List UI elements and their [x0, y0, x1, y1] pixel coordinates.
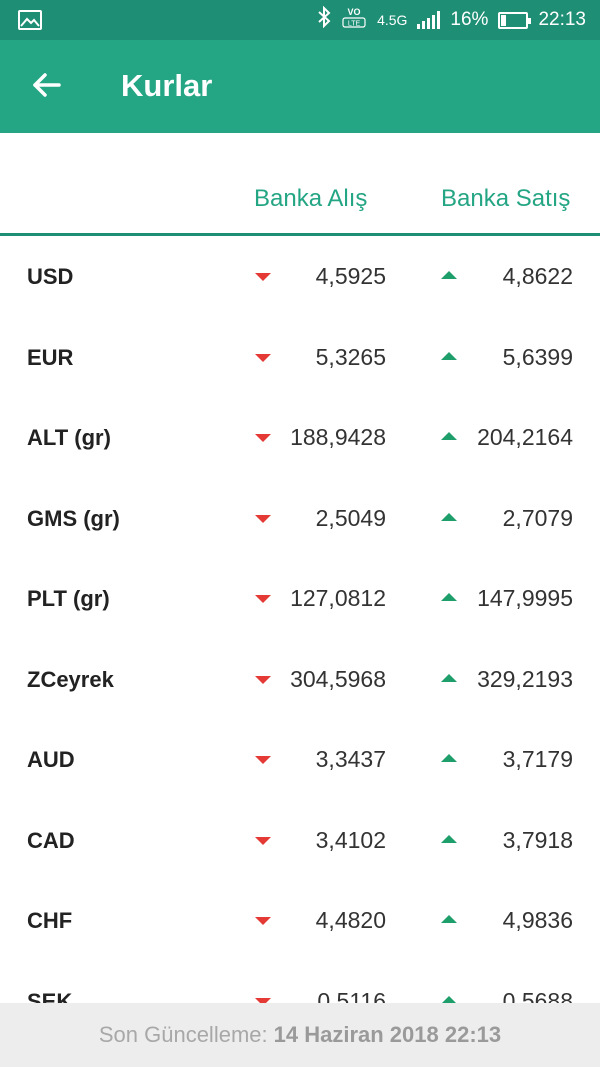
currency-code: CAD [27, 828, 75, 853]
column-header-row: Banka Alış Banka Satış [0, 133, 600, 236]
sell-value: 204,2164 [477, 424, 573, 450]
currency-code: EUR [27, 345, 74, 370]
column-header-sell: Banka Satış [441, 185, 571, 212]
signal-icon [417, 11, 441, 29]
buy-value: 4,5925 [315, 263, 386, 289]
currency-code: AUD [27, 747, 75, 772]
bluetooth-icon [317, 5, 331, 34]
buy-value: 5,3265 [315, 344, 386, 370]
svg-text:LTE: LTE [348, 21, 361, 28]
currency-code: ZCeyrek [27, 667, 114, 692]
sell-value: 4,9836 [502, 907, 573, 933]
buy-value: 127,0812 [290, 585, 386, 611]
rate-row[interactable]: CAD 3,4102 3,7918 [0, 801, 600, 881]
battery-percent: 16% [450, 9, 489, 30]
status-time: 22:13 [538, 9, 586, 30]
rate-row[interactable]: GMS (gr) 2,5049 2,7079 [0, 479, 600, 559]
sell-value: 329,2193 [477, 666, 573, 692]
svg-text:VO: VO [348, 7, 361, 17]
rate-row[interactable]: ALT (gr) 188,9428 204,2164 [0, 398, 600, 478]
currency-code: SEK [27, 989, 73, 1003]
buy-value: 304,5968 [290, 666, 386, 692]
sell-value: 3,7918 [502, 827, 573, 853]
buy-value: 3,4102 [315, 827, 386, 853]
rate-row[interactable]: CHF 4,4820 4,9836 [0, 881, 600, 961]
column-header-buy: Banka Alış [254, 185, 368, 212]
last-updated-datetime: 14 Haziran 2018 22:13 [273, 1022, 502, 1047]
buy-value: 2,5049 [315, 505, 386, 531]
rates-list[interactable]: USD 4,5925 4,8622 EUR 5,3265 5,6399 ALT (gr) 18… [0, 237, 600, 1003]
network-type: 4.5G [377, 12, 408, 28]
rate-row[interactable]: PLT (gr) 127,0812 147,9995 [0, 559, 600, 639]
image-icon [18, 10, 42, 35]
battery-icon [498, 11, 532, 29]
rate-row[interactable]: SEK 0,5116 0,5688 [0, 962, 600, 1003]
sell-value: 2,7079 [502, 505, 573, 531]
page-title: Kurlar [121, 68, 213, 103]
volte-icon: VO LTE [341, 5, 367, 35]
currency-code: ALT (gr) [27, 425, 111, 450]
last-updated-footer: Son Güncelleme: 14 Haziran 2018 22:13 [0, 1003, 600, 1067]
currency-code: CHF [27, 908, 73, 933]
last-updated-label: Son Güncelleme: [98, 1022, 268, 1047]
app-bar: Kurlar [0, 40, 600, 133]
buy-value: 3,3437 [315, 746, 386, 772]
currency-code: PLT (gr) [27, 586, 110, 611]
buy-value: 4,4820 [315, 907, 386, 933]
sell-value: 3,7179 [502, 746, 573, 772]
sell-value: 4,8622 [502, 263, 573, 289]
arrow-left-icon [31, 72, 61, 103]
buy-value: 0,5116 [317, 988, 386, 1003]
back-button[interactable] [22, 63, 70, 111]
status-bar: VO LTE 4.5G 16% 22:13 [0, 0, 600, 40]
sell-value: 5,6399 [502, 344, 573, 370]
rate-row[interactable]: AUD 3,3437 3,7179 [0, 720, 600, 800]
sell-value: 0,5688 [502, 988, 573, 1003]
currency-code: GMS (gr) [27, 506, 120, 531]
rate-row[interactable]: USD 4,5925 4,8622 [0, 237, 600, 317]
buy-value: 188,9428 [290, 424, 386, 450]
rate-row[interactable]: ZCeyrek 304,5968 329,2193 [0, 640, 600, 720]
currency-code: USD [27, 264, 74, 289]
sell-value: 147,9995 [477, 585, 573, 611]
rate-row[interactable]: EUR 5,3265 5,6399 [0, 318, 600, 398]
